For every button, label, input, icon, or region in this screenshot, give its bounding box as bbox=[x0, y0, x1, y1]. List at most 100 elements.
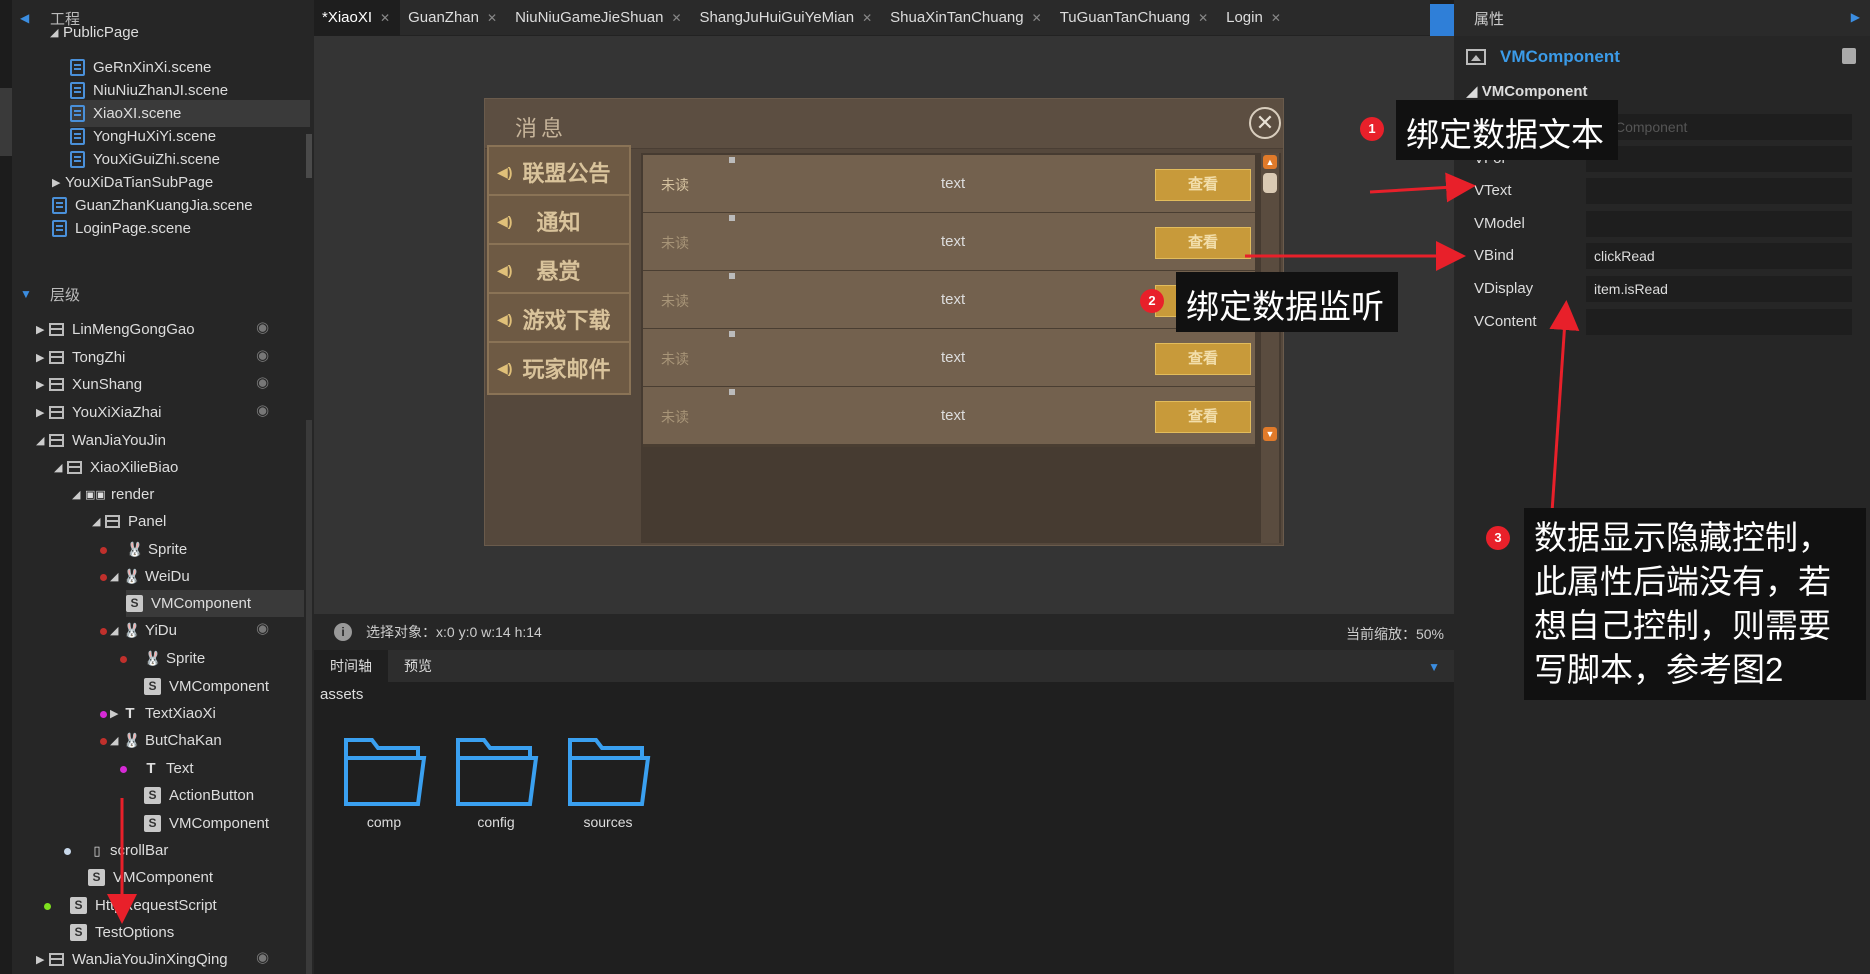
close-tab-icon[interactable]: ✕ bbox=[487, 11, 497, 25]
prop-value-input[interactable] bbox=[1586, 211, 1852, 237]
close-tab-icon[interactable]: ✕ bbox=[1032, 11, 1042, 25]
nav-button[interactable]: ◀) 游戏下载 bbox=[487, 292, 631, 346]
expand-arrow-icon[interactable]: ▶ bbox=[36, 323, 49, 336]
list-item[interactable]: 未读 text 查看 bbox=[643, 155, 1255, 215]
scroll-up-icon[interactable]: ▲ bbox=[1263, 155, 1277, 169]
view-button[interactable]: 查看 bbox=[1155, 169, 1251, 201]
tab-preview[interactable]: 预览 bbox=[388, 650, 448, 682]
collapse-arrow-icon[interactable]: ◢ bbox=[36, 434, 49, 447]
hierarchy-node[interactable]: S VMComponent bbox=[144, 673, 269, 700]
expand-arrow-icon[interactable]: ▶ bbox=[36, 406, 49, 419]
list-scrollbar[interactable]: ▲ ▼ bbox=[1261, 153, 1279, 543]
prop-value-input[interactable] bbox=[1586, 146, 1852, 172]
folder-comp[interactable]: comp bbox=[338, 730, 430, 830]
hierarchy-node[interactable]: 🐰 Sprite bbox=[144, 645, 205, 672]
close-tab-icon[interactable]: ✕ bbox=[1271, 11, 1281, 25]
hierarchy-node[interactable]: S VMComponent bbox=[144, 810, 269, 837]
tab-guanzhan[interactable]: GuanZhan ✕ bbox=[400, 0, 507, 36]
collapse-icon[interactable]: ◀ bbox=[12, 11, 50, 25]
tab-shuaxin[interactable]: ShuaXinTanChuang ✕ bbox=[882, 0, 1052, 36]
scroll-down-icon[interactable]: ▼ bbox=[1263, 427, 1277, 441]
visibility-eye-icon[interactable]: ◉ bbox=[256, 619, 269, 637]
tree-folder-publicpage[interactable]: ◢ PublicPage bbox=[50, 22, 139, 42]
collapse-icon[interactable]: ▼ bbox=[1428, 660, 1440, 674]
hierarchy-node[interactable]: ◢ 🐰 YiDu bbox=[110, 617, 177, 644]
collapse-arrow-icon[interactable]: ◢ bbox=[54, 461, 67, 474]
hierarchy-node[interactable]: ▶ LinMengGongGao bbox=[36, 316, 195, 343]
nav-button[interactable]: ◀) 悬赏 bbox=[487, 243, 631, 297]
tab-tuguan[interactable]: TuGuanTanChuang ✕ bbox=[1052, 0, 1218, 36]
save-icon[interactable] bbox=[1842, 48, 1856, 64]
hierarchy-node[interactable]: ▶ XunShang bbox=[36, 371, 142, 398]
close-icon[interactable]: ✕ bbox=[1249, 107, 1281, 139]
tree-file[interactable]: LoginPage.scene bbox=[52, 215, 191, 242]
view-button[interactable]: 查看 bbox=[1155, 343, 1251, 375]
visibility-eye-icon[interactable]: ◉ bbox=[256, 948, 269, 966]
collapse-arrow-icon[interactable]: ◢ bbox=[50, 26, 63, 39]
prop-value-input[interactable]: clickRead bbox=[1586, 243, 1852, 269]
hierarchy-node[interactable]: ▶ T TextXiaoXi bbox=[110, 700, 216, 727]
hierarchy-node[interactable]: ▶ YouXiXiaZhai bbox=[36, 399, 162, 426]
nav-button[interactable]: ◀) 玩家邮件 bbox=[487, 341, 631, 395]
hierarchy-node[interactable]: S VMComponent bbox=[88, 864, 213, 891]
expand-arrow-icon[interactable]: ▶ bbox=[36, 351, 49, 364]
close-tab-icon[interactable]: ✕ bbox=[862, 11, 872, 25]
visibility-eye-icon[interactable]: ◉ bbox=[256, 401, 269, 419]
list-item[interactable]: 未读 text 查看 bbox=[643, 329, 1255, 389]
project-scrollbar[interactable] bbox=[306, 134, 312, 178]
prop-value-input[interactable] bbox=[1586, 178, 1852, 204]
hierarchy-node[interactable]: ▯ scrollBar bbox=[92, 837, 168, 864]
nav-button[interactable]: ◀) 通知 bbox=[487, 194, 631, 248]
close-tab-icon[interactable]: ✕ bbox=[671, 11, 681, 25]
hierarchy-section-header[interactable]: ▼ 层级 bbox=[12, 278, 306, 310]
hierarchy-node[interactable]: ◢ ▣▣ render bbox=[72, 481, 154, 508]
prop-value-input[interactable] bbox=[1586, 309, 1852, 335]
hierarchy-node[interactable]: S ActionButton bbox=[144, 782, 254, 809]
tab-overflow-indicator[interactable] bbox=[1430, 4, 1454, 36]
close-tab-icon[interactable]: ✕ bbox=[1198, 11, 1208, 25]
list-item[interactable]: 未读 text 查看 bbox=[643, 213, 1255, 273]
component-section[interactable]: ◢ VMComponent bbox=[1466, 82, 1588, 100]
hierarchy-node[interactable]: T Text bbox=[144, 755, 193, 782]
view-button[interactable]: 查看 bbox=[1155, 227, 1251, 259]
collapse-arrow-icon[interactable]: ◢ bbox=[110, 624, 123, 637]
visibility-eye-icon[interactable]: ◉ bbox=[256, 373, 269, 391]
visibility-eye-icon[interactable]: ◉ bbox=[256, 318, 269, 336]
hierarchy-node[interactable]: ◢ WanJiaYouJin bbox=[36, 427, 166, 454]
prop-value-input[interactable]: VMComponent bbox=[1586, 114, 1852, 140]
collapse-arrow-icon[interactable]: ◢ bbox=[92, 515, 105, 528]
collapse-icon[interactable]: ▶ bbox=[1851, 10, 1860, 24]
hierarchy-node[interactable]: ◢ XiaoXilieBiao bbox=[54, 454, 178, 481]
hierarchy-node[interactable]: S TestOptions bbox=[70, 919, 174, 946]
expand-arrow-icon[interactable]: ▶ bbox=[36, 953, 49, 966]
visibility-eye-icon[interactable]: ◉ bbox=[256, 346, 269, 364]
hierarchy-node[interactable]: ◢ 🐰 ButChaKan bbox=[110, 727, 222, 754]
scroll-thumb[interactable] bbox=[1263, 173, 1277, 193]
hierarchy-node[interactable]: 🐰 Sprite bbox=[126, 536, 187, 563]
hierarchy-scrollbar[interactable] bbox=[306, 420, 312, 974]
list-item[interactable]: 未读 text 查看 bbox=[643, 387, 1255, 447]
hierarchy-node[interactable]: S HttpRequestScript bbox=[70, 892, 217, 919]
nav-button[interactable]: ◀) 联盟公告 bbox=[487, 145, 631, 199]
expand-arrow-icon[interactable]: ▶ bbox=[36, 378, 49, 391]
hierarchy-node[interactable]: ◢ Panel bbox=[92, 508, 166, 535]
collapse-arrow-icon[interactable]: ◢ bbox=[110, 570, 123, 583]
hierarchy-node[interactable]: ▶ WanJiaYouJinXingQing bbox=[36, 946, 228, 973]
tab-login[interactable]: Login ✕ bbox=[1218, 0, 1291, 36]
prop-value-input[interactable]: item.isRead bbox=[1586, 276, 1852, 302]
tab-shangju[interactable]: ShangJuHuiGuiYeMian ✕ bbox=[692, 0, 883, 36]
collapse-icon[interactable]: ▼ bbox=[12, 287, 50, 301]
hierarchy-node-selected[interactable]: S VMComponent bbox=[126, 590, 304, 617]
collapse-arrow-icon[interactable]: ◢ bbox=[110, 734, 123, 747]
expand-arrow-icon[interactable]: ▶ bbox=[110, 707, 123, 720]
tab-timeline[interactable]: 时间轴 bbox=[314, 650, 388, 682]
tab-xiaoxi[interactable]: *XiaoXI ✕ bbox=[314, 0, 401, 36]
expand-arrow-icon[interactable]: ▶ bbox=[52, 176, 65, 189]
hierarchy-node[interactable]: ▶ TongZhi bbox=[36, 344, 125, 371]
folder-config[interactable]: config bbox=[450, 730, 542, 830]
view-button[interactable]: 查看 bbox=[1155, 401, 1251, 433]
tab-niuniu[interactable]: NiuNiuGameJieShuan ✕ bbox=[507, 0, 691, 36]
collapse-arrow-icon[interactable]: ◢ bbox=[72, 488, 85, 501]
hierarchy-node[interactable]: ◢ 🐰 WeiDu bbox=[110, 563, 190, 590]
close-tab-icon[interactable]: ✕ bbox=[380, 11, 390, 25]
